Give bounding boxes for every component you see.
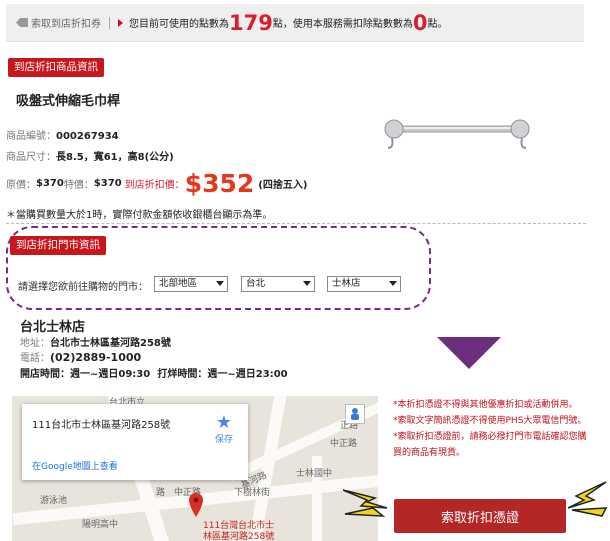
region-select[interactable]: 北部地區 xyxy=(154,276,228,292)
towel-bar-image xyxy=(384,119,530,149)
view-in-google-maps-link[interactable]: 在Google地圖上查看 xyxy=(32,459,118,472)
store-close: 週一~週日23:00 xyxy=(207,369,288,380)
terms-notes: *本折扣憑證不得與其他優惠折扣或活動併用。 *索取文字簡訊憑證不得使用PHS大眾… xyxy=(393,397,588,461)
product-size-label: 商品尺寸： xyxy=(6,152,56,163)
store-price-label: 到店折扣價： xyxy=(124,179,185,191)
attention-bolt-left-icon xyxy=(343,489,388,517)
points-required: 0 xyxy=(412,10,428,35)
rounding-note: (四捨五入) xyxy=(258,179,308,191)
store-close-label: 打烊時間： xyxy=(157,369,208,380)
store-hours-label: 開店時間： xyxy=(20,369,70,380)
map-pin-icon xyxy=(189,493,203,517)
points-bar: 索取到店折扣券 您目前可使用的點數為 179 點，使用本服務需扣除點數數為 0 … xyxy=(6,4,584,42)
map-label: 下樹林街 xyxy=(234,488,271,498)
person-icon xyxy=(351,408,359,420)
product-code-label: 商品編號： xyxy=(6,131,56,142)
orig-price-label: 原價： xyxy=(6,179,36,191)
star-icon: ★ xyxy=(215,412,233,433)
store-addr-row: 地址：台北市士林區基河路258號 xyxy=(20,334,171,349)
arrow-right-icon xyxy=(118,18,123,27)
map-pin-label: 林區基河路258號 xyxy=(203,532,275,541)
save-label: 保存 xyxy=(214,435,233,445)
points-msg-mid: 點，使用本服務需扣除點數數為 xyxy=(272,19,413,30)
orig-price: $370 xyxy=(36,177,64,189)
attention-bolt-right-icon xyxy=(567,481,608,517)
store-name: 台北士林店 xyxy=(20,320,86,335)
product-size: 長8.5，寬61，高8(公分) xyxy=(56,152,174,163)
store-phone-label: 電話： xyxy=(20,353,50,364)
store-phone-row: 電話：(02)2889-1000 xyxy=(20,349,141,364)
branch-select[interactable]: 士林店 xyxy=(327,276,401,292)
special-price-label: 特價： xyxy=(63,179,94,191)
note-item: *索取折扣憑證前，請務必撥打門市電話確認您購買的商品有現貨。 xyxy=(393,432,587,458)
points-msg-suffix: 點。 xyxy=(427,19,448,30)
special-price: $370 xyxy=(93,177,122,189)
street-view-button[interactable] xyxy=(345,404,365,424)
city-value: 台北 xyxy=(246,278,266,289)
branch-value: 士林店 xyxy=(332,278,361,289)
product-code-row: 商品編號：000267934 xyxy=(6,127,119,142)
points-available: 179 xyxy=(229,10,273,35)
coupon-tab[interactable]: 索取到店折扣券 xyxy=(16,15,101,30)
down-arrow-icon xyxy=(437,337,501,369)
save-place-button[interactable]: ★ 保存 xyxy=(208,412,240,446)
product-size-row: 商品尺寸：長8.5，寬61，高8(公分) xyxy=(6,148,174,163)
map-place-card: 111台北市士林區基河路258號 在Google地圖上查看 ★ 保存 xyxy=(22,404,248,480)
store-hours-row: 開店時間：週一~週日09:30 打烊時間：週一~週日23:00 xyxy=(20,365,288,380)
product-code: 000267934 xyxy=(56,131,119,142)
chevron-down-icon xyxy=(216,281,224,286)
get-coupon-button[interactable]: 索取折扣憑證 xyxy=(394,499,566,533)
store-addr: 台北市士林區基河路258號 xyxy=(50,338,171,349)
points-msg-prefix: 您目前可使用的點數為 xyxy=(129,19,229,30)
price-row: 原價： $370 特價： $370 到店折扣價： $352 (四捨五入) xyxy=(6,168,307,198)
city-select[interactable]: 台北 xyxy=(241,276,315,292)
store-price: $352 xyxy=(184,168,255,198)
store-phone: (02)2889-1000 xyxy=(50,351,142,364)
divider xyxy=(109,16,110,29)
coupon-tab-label: 索取到店折扣券 xyxy=(31,19,101,30)
map-label: 士林國中 xyxy=(296,469,333,479)
tag-icon xyxy=(16,18,28,27)
price-footnote: ＊當購買數量大於1時，實際付款金額依收銀櫃台顯示為準。 xyxy=(6,210,273,221)
store-hours: 週一~週日09:30 xyxy=(70,369,151,380)
section-divider xyxy=(6,223,586,224)
map-card-address: 111台北市士林區基河路258號 xyxy=(32,420,171,431)
region-value: 北部地區 xyxy=(159,278,198,289)
map-label: 中正路 xyxy=(330,439,358,449)
map-label: 陽明高中 xyxy=(82,520,119,530)
chevron-down-icon xyxy=(389,281,397,286)
map-label: 游泳池 xyxy=(40,496,68,506)
store-section-label: 到店折扣門市資訊 xyxy=(10,236,106,255)
note-item: *索取文字簡訊憑證不得使用PHS大眾電信門號。 xyxy=(393,416,587,426)
chevron-down-icon xyxy=(303,281,311,286)
product-section-label: 到店折扣商品資訊 xyxy=(8,58,104,77)
note-item: *本折扣憑證不得與其他優惠折扣或活動併用。 xyxy=(393,400,578,410)
store-prompt: 請選擇您欲前往購物的門市： xyxy=(18,282,148,293)
map-label: 路 xyxy=(156,488,166,498)
store-addr-label: 地址： xyxy=(20,338,50,349)
product-name: 吸盤式伸縮毛巾桿 xyxy=(16,94,121,109)
